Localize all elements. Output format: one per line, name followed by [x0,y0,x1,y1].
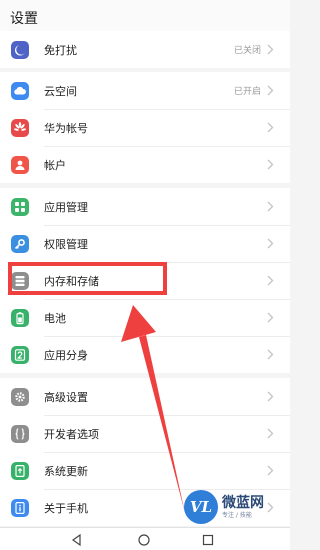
watermark-logo: VL [184,490,218,524]
settings-row-developer-options[interactable]: 开发者选项 [0,415,290,452]
settings-group-account: 云空间 已开启 华为帐号 帐户 [0,72,290,183]
chevron-right-icon [267,85,274,96]
settings-row-label: 应用分身 [44,348,88,362]
home-icon[interactable] [137,533,151,547]
system-update-icon [11,461,29,480]
settings-row-huawei-id[interactable]: 华为帐号 [0,109,290,146]
app-twin-icon [11,345,29,364]
settings-row-app-management[interactable]: 应用管理 [0,188,290,225]
settings-row-app-twin[interactable]: 应用分身 [0,336,290,373]
watermark-name: 微蓝网 [222,494,264,511]
braces-icon [11,424,29,443]
chevron-right-icon [267,201,274,212]
chevron-right-icon [267,312,274,323]
chevron-right-icon [267,465,274,476]
settings-row-label: 应用管理 [44,200,88,214]
settings-row-label: 华为帐号 [44,121,88,135]
chevron-right-icon [267,44,274,55]
moon-icon [11,40,29,59]
settings-row-accounts[interactable]: 帐户 [0,146,290,183]
watermark-sub: 专注 / 技能 [222,511,252,519]
gear-icon [11,387,29,406]
chevron-right-icon [267,238,274,249]
key-icon [11,234,29,253]
status-text: 已关闭 [233,46,261,56]
storage-icon [11,271,29,290]
user-icon [11,155,29,174]
apps-grid-icon [11,197,29,216]
watermark: VL 微蓝网 专注 / 技能 [184,487,288,527]
settings-row-cloud[interactable]: 云空间 已开启 [0,72,290,109]
settings-row-system-update[interactable]: 系统更新 [0,452,290,489]
settings-row-permissions[interactable]: 权限管理 [0,225,290,262]
settings-row-label: 免打扰 [44,43,77,57]
battery-icon [11,308,29,327]
cloud-icon [11,81,29,100]
settings-group-notifications: 免打扰 已关闭 [0,31,290,68]
settings-row-label: 云空间 [44,84,77,98]
settings-row-battery[interactable]: 电池 [0,299,290,336]
back-icon[interactable] [70,533,84,547]
chevron-right-icon [267,391,274,402]
settings-row-label: 权限管理 [44,237,88,251]
chevron-right-icon [267,159,274,170]
settings-row-label: 帐户 [44,158,66,172]
settings-row-label: 电池 [44,311,66,325]
chevron-right-icon [267,349,274,360]
huawei-logo-icon [11,118,29,137]
page-title: 设置 [10,11,38,27]
settings-row-label: 内存和存储 [44,274,99,288]
settings-row-label: 高级设置 [44,390,88,404]
settings-row-do-not-disturb[interactable]: 免打扰 已关闭 [0,31,290,68]
recents-icon[interactable] [201,533,215,547]
settings-row-label: 开发者选项 [44,427,99,441]
chevron-right-icon [267,122,274,133]
chevron-right-icon [267,428,274,439]
settings-row-label: 系统更新 [44,464,88,478]
watermark-text: 微蓝网 专注 / 技能 [222,495,264,520]
status-text: 已开启 [233,87,261,97]
settings-row-memory-storage[interactable]: 内存和存储 [0,262,290,299]
info-icon [11,498,29,517]
system-nav-bar [0,527,290,550]
settings-group-apps: 应用管理 权限管理 内存和存储 电池 应用分身 [0,188,290,373]
settings-row-advanced-settings[interactable]: 高级设置 [0,378,290,415]
chevron-right-icon [267,275,274,286]
